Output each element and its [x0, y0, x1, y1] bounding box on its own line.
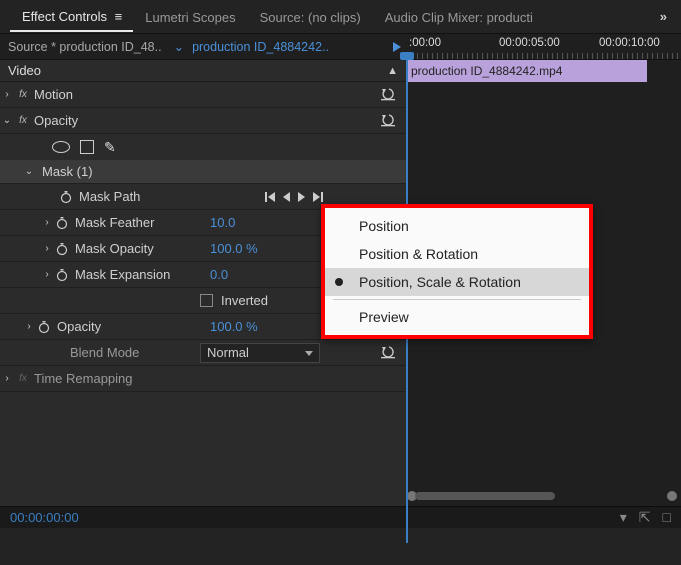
track-forward-icon[interactable] [298, 192, 305, 202]
ruler-timecode: 00:00:05:00 [499, 37, 560, 49]
zoom-scroll-thumb[interactable] [415, 492, 555, 500]
chevron-right-icon[interactable]: › [40, 243, 54, 254]
property-value[interactable]: 0.0 [200, 267, 228, 282]
playhead-handle-icon[interactable] [400, 52, 414, 60]
panel-footer: 00:00:00:00 ▾ ⇱ □ [0, 506, 681, 528]
menu-item-position-rotation[interactable]: Position & Rotation [325, 240, 589, 268]
property-label: Time Remapping [32, 371, 133, 386]
row-opacity-section[interactable]: ⌄ fx Opacity [0, 108, 406, 134]
track-backward-step-icon[interactable] [268, 192, 275, 202]
property-value[interactable]: 100.0 % [200, 241, 258, 256]
property-label: Motion [32, 87, 73, 102]
property-value[interactable]: 100.0 % [200, 319, 258, 334]
property-label: Mask (1) [36, 164, 93, 179]
menu-item-preview[interactable]: Preview [325, 303, 589, 331]
tab-source[interactable]: Source: (no clips) [248, 2, 373, 31]
tab-lumetri-scopes[interactable]: Lumetri Scopes [133, 2, 247, 31]
source-master-name[interactable]: Source * production ID_48.. [0, 40, 170, 54]
section-label: Video [8, 63, 41, 78]
property-label: Mask Opacity [73, 241, 154, 256]
chevron-right-icon[interactable]: › [0, 89, 14, 100]
reset-effect-icon[interactable] [380, 88, 398, 102]
track-forward-step-icon[interactable] [313, 192, 320, 202]
tab-label: Effect Controls [22, 9, 107, 24]
menu-separator [333, 299, 581, 300]
toggle-pin-icon[interactable]: ⇱ [639, 509, 651, 526]
source-breadcrumb: Source * production ID_48.. ⌄ production… [0, 34, 407, 59]
filter-icon[interactable]: ▾ [620, 509, 627, 526]
stopwatch-icon[interactable] [54, 215, 70, 231]
property-label: Opacity [55, 319, 101, 334]
mask-shape-toolbar: ✎ [0, 134, 406, 160]
settings-icon[interactable]: □ [663, 509, 671, 526]
timeline-ruler[interactable]: :00:00 00:00:05:00 00:00:10:00 [407, 34, 681, 59]
footer-icons: ▾ ⇱ □ [620, 509, 671, 526]
dropdown-value: Normal [207, 345, 249, 360]
chevron-right-icon[interactable]: › [40, 217, 54, 228]
chevron-down-icon[interactable]: ⌄ [170, 39, 188, 54]
chevron-right-icon[interactable]: › [22, 321, 36, 332]
property-label: Inverted [219, 293, 268, 308]
ellipse-mask-icon[interactable] [52, 141, 70, 153]
chevron-right-icon[interactable]: › [40, 269, 54, 280]
video-section-header[interactable]: Video ▲ [0, 60, 406, 82]
clip-label: production ID_4884242.mp4 [411, 64, 562, 78]
fx-badge-icon[interactable]: fx [14, 372, 32, 386]
chevron-right-icon[interactable]: › [0, 373, 14, 384]
timeline-clip[interactable]: production ID_4884242.mp4 [407, 60, 647, 82]
stopwatch-icon[interactable] [54, 241, 70, 257]
panel-menu-icon[interactable]: ≡ [115, 9, 122, 24]
zoom-scroll-handle-right-icon[interactable] [667, 491, 677, 501]
stopwatch-icon[interactable] [36, 319, 52, 335]
row-time-remapping[interactable]: › fx Time Remapping [0, 366, 406, 392]
inverted-checkbox[interactable] [200, 294, 213, 307]
chevron-down-icon[interactable]: ⌄ [0, 115, 14, 126]
reset-effect-icon[interactable] [380, 114, 398, 128]
source-clip-name[interactable]: production ID_4884242.. [188, 40, 387, 54]
row-blend-mode[interactable]: Blend Mode Normal [0, 340, 406, 366]
menu-item-position[interactable]: Position [325, 212, 589, 240]
mask-tracking-controls [268, 192, 398, 202]
property-label: Mask Feather [73, 215, 154, 230]
fx-badge-icon[interactable]: fx [14, 114, 32, 128]
reset-effect-icon[interactable] [380, 346, 398, 360]
row-motion[interactable]: › fx Motion [0, 82, 406, 108]
ruler-timecode: :00:00 [409, 37, 441, 49]
tab-effect-controls[interactable]: Effect Controls ≡ [10, 1, 133, 32]
property-label: Blend Mode [68, 345, 139, 360]
chevron-down-icon[interactable]: ⌄ [22, 166, 36, 177]
pen-mask-icon[interactable]: ✎ [104, 139, 114, 156]
overflow-tabs-icon[interactable]: » [656, 9, 671, 24]
track-backward-icon[interactable] [283, 192, 290, 202]
menu-item-position-scale-rotation[interactable]: Position, Scale & Rotation [325, 268, 589, 296]
ruler-timecode: 00:00:10:00 [599, 37, 660, 49]
blend-mode-select[interactable]: Normal [200, 343, 320, 363]
property-label: Mask Path [77, 189, 140, 204]
collapse-up-icon[interactable]: ▲ [387, 65, 398, 77]
rectangle-mask-icon[interactable] [80, 140, 94, 154]
property-label: Mask Expansion [73, 267, 170, 282]
stopwatch-icon[interactable] [58, 189, 74, 205]
tracking-method-context-menu: Position Position & Rotation Position, S… [321, 204, 593, 339]
current-timecode[interactable]: 00:00:00:00 [10, 510, 79, 525]
play-icon[interactable] [393, 42, 401, 52]
source-header-row: Source * production ID_48.. ⌄ production… [0, 34, 681, 60]
property-value[interactable]: 10.0 [200, 215, 235, 230]
tab-audio-mixer[interactable]: Audio Clip Mixer: productior [373, 2, 533, 31]
row-mask[interactable]: ⌄ Mask (1) [0, 160, 406, 184]
ruler-ticks [407, 53, 681, 59]
panel-tab-bar: Effect Controls ≡ Lumetri Scopes Source:… [0, 0, 681, 34]
fx-badge-icon[interactable]: fx [14, 88, 32, 102]
stopwatch-icon[interactable] [54, 267, 70, 283]
property-label: Opacity [32, 113, 78, 128]
